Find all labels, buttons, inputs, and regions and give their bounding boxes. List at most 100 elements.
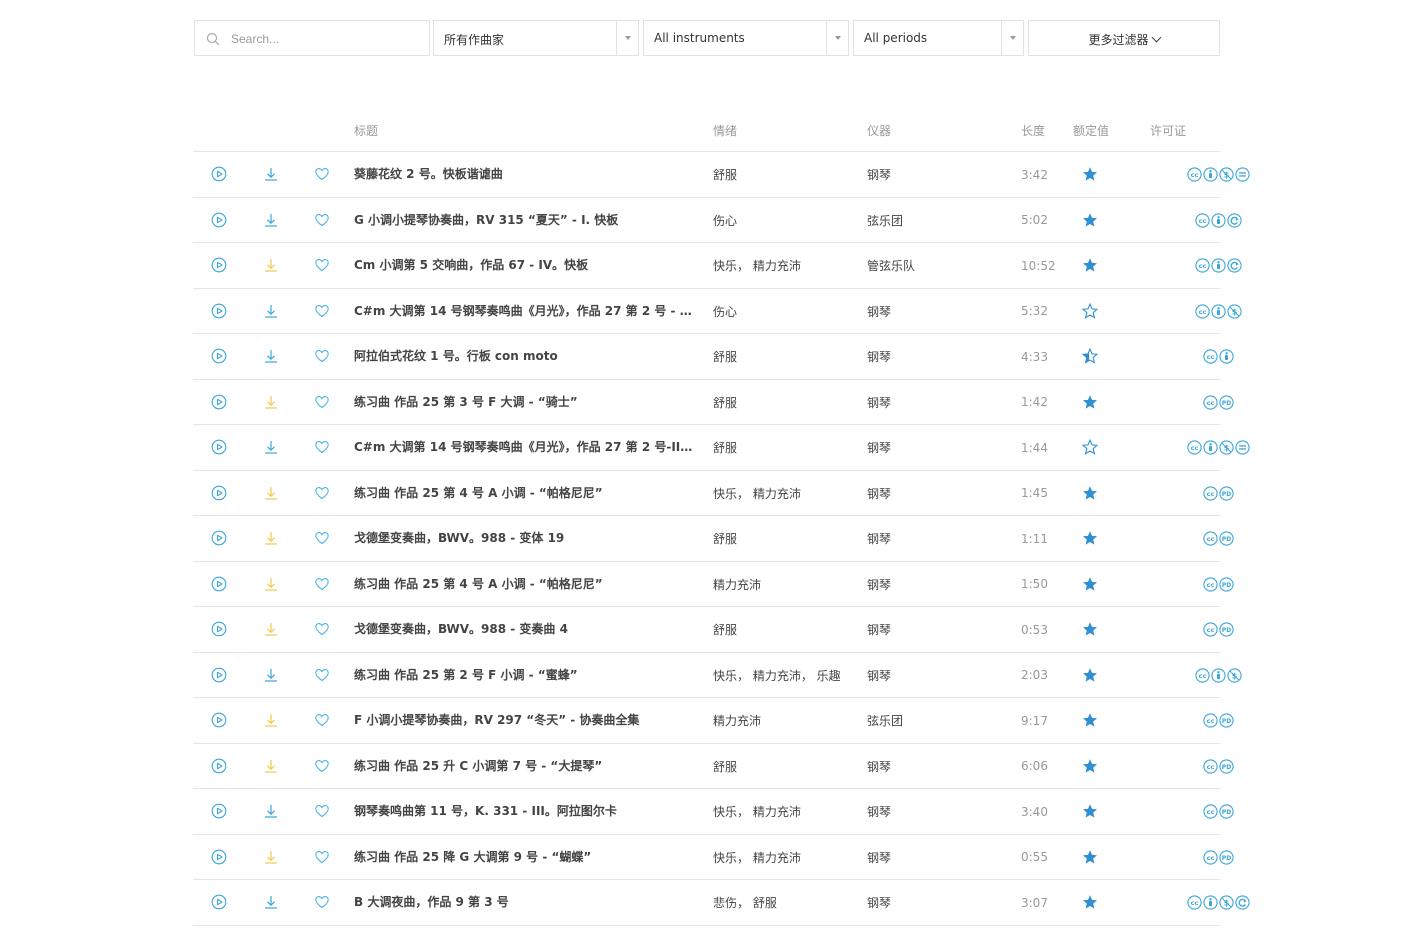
play-icon[interactable] bbox=[211, 530, 227, 550]
track-title[interactable]: C#m 大调第 14 号钢琴奏鸣曲《月光》，作品 27 第 2 号 - I. A… bbox=[354, 289, 694, 334]
track-row[interactable]: G 小调小提琴协奏曲，RV 315 “夏天” - I. 快板 伤心 弦乐团 5:… bbox=[193, 198, 1242, 243]
download-icon[interactable] bbox=[263, 621, 279, 641]
heart-icon[interactable] bbox=[314, 394, 330, 414]
heart-icon[interactable] bbox=[314, 803, 330, 823]
track-title[interactable]: 练习曲 作品 25 降 G 大调第 9 号 - “蝴蝶” bbox=[354, 835, 694, 880]
track-row[interactable]: 练习曲 作品 25 第 2 号 F 小调 - “蜜蜂” 快乐， 精力充沛， 乐趣… bbox=[193, 653, 1242, 698]
play-icon[interactable] bbox=[211, 439, 227, 459]
track-title[interactable]: G 小调小提琴协奏曲，RV 315 “夏天” - I. 快板 bbox=[354, 198, 694, 243]
star-filled-icon[interactable] bbox=[1082, 530, 1098, 550]
heart-icon[interactable] bbox=[314, 166, 330, 186]
header-mood[interactable]: 情绪 bbox=[713, 122, 737, 139]
star-outline-icon[interactable] bbox=[1081, 438, 1099, 459]
instrument-dropdown-arrow[interactable] bbox=[826, 21, 848, 55]
play-icon[interactable] bbox=[211, 394, 227, 414]
play-icon[interactable] bbox=[211, 758, 227, 778]
download-icon[interactable] bbox=[263, 712, 279, 732]
heart-icon[interactable] bbox=[314, 621, 330, 641]
track-row[interactable]: 练习曲 作品 25 第 3 号 F 大调 - “骑士” 舒服 钢琴 1:42 c… bbox=[193, 380, 1234, 425]
license-icons[interactable]: cc PD bbox=[1168, 485, 1268, 501]
composer-select[interactable]: 所有作曲家 bbox=[433, 20, 639, 56]
star-half-icon[interactable] bbox=[1081, 347, 1099, 368]
download-icon[interactable] bbox=[263, 758, 279, 778]
license-icons[interactable]: cc PD bbox=[1168, 531, 1268, 546]
download-icon[interactable] bbox=[263, 212, 279, 232]
track-row[interactable]: 练习曲 作品 25 降 G 大调第 9 号 - “蝴蝶” 快乐， 精力充沛 钢琴… bbox=[193, 835, 1234, 880]
track-title[interactable]: 葵藤花纹 2 号。快板谐谑曲 bbox=[354, 152, 694, 197]
star-filled-icon[interactable] bbox=[1082, 667, 1098, 687]
license-icons[interactable]: cc $ bbox=[1168, 440, 1268, 455]
track-row[interactable]: 戈德堡变奏曲，BWV。988 - 变奏曲 4 舒服 钢琴 0:53 cc PD bbox=[193, 607, 1234, 653]
license-icons[interactable]: cc PD bbox=[1168, 804, 1268, 819]
heart-icon[interactable] bbox=[314, 439, 330, 459]
download-icon[interactable] bbox=[263, 667, 279, 687]
license-icons[interactable]: cc $ bbox=[1168, 303, 1268, 319]
track-title[interactable]: Cm 小调第 5 交响曲，作品 67 - IV。快板 bbox=[354, 243, 694, 288]
download-icon[interactable] bbox=[263, 303, 279, 323]
play-icon[interactable] bbox=[211, 667, 227, 687]
track-title[interactable]: C#m 大调第 14 号钢琴奏鸣曲《月光》，作品 27 第 2 号-II。快板 bbox=[354, 425, 694, 470]
download-icon[interactable] bbox=[263, 849, 279, 869]
track-row[interactable]: Cm 小调第 5 交响曲，作品 67 - IV。快板 快乐， 精力充沛 管弦乐队… bbox=[193, 243, 1242, 289]
heart-icon[interactable] bbox=[314, 485, 330, 505]
header-rating[interactable]: 额定值 bbox=[1073, 122, 1109, 139]
license-icons[interactable]: cc bbox=[1168, 349, 1268, 364]
heart-icon[interactable] bbox=[314, 530, 330, 550]
track-row[interactable]: 阿拉伯式花纹 1 号。行板 con moto 舒服 钢琴 4:33 cc bbox=[193, 334, 1234, 380]
heart-icon[interactable] bbox=[314, 257, 330, 277]
track-title[interactable]: 阿拉伯式花纹 1 号。行板 con moto bbox=[354, 334, 694, 379]
composer-dropdown-arrow[interactable] bbox=[616, 21, 638, 55]
download-icon[interactable] bbox=[263, 894, 279, 914]
track-title[interactable]: 练习曲 作品 25 第 4 号 A 小调 - “帕格尼尼” bbox=[354, 562, 694, 607]
play-icon[interactable] bbox=[211, 576, 227, 596]
heart-icon[interactable] bbox=[314, 303, 330, 323]
star-filled-icon[interactable] bbox=[1082, 894, 1098, 914]
track-title[interactable]: 戈德堡变奏曲，BWV。988 - 变奏曲 4 bbox=[354, 607, 694, 652]
star-filled-icon[interactable] bbox=[1082, 849, 1098, 869]
star-filled-icon[interactable] bbox=[1082, 212, 1098, 232]
download-icon[interactable] bbox=[263, 348, 279, 368]
play-icon[interactable] bbox=[211, 803, 227, 823]
track-row[interactable]: 练习曲 作品 25 第 4 号 A 小调 - “帕格尼尼” 快乐， 精力充沛 钢… bbox=[193, 471, 1234, 516]
star-filled-icon[interactable] bbox=[1082, 166, 1098, 186]
heart-icon[interactable] bbox=[314, 849, 330, 869]
star-filled-icon[interactable] bbox=[1082, 485, 1098, 505]
track-row[interactable]: 钢琴奏鸣曲第 11 号，K. 331 - III。阿拉图尔卡 快乐， 精力充沛 … bbox=[193, 789, 1234, 835]
play-icon[interactable] bbox=[211, 212, 227, 232]
license-icons[interactable]: cc PD bbox=[1168, 622, 1268, 637]
track-title[interactable]: 练习曲 作品 25 第 4 号 A 小调 - “帕格尼尼” bbox=[354, 471, 694, 516]
heart-icon[interactable] bbox=[314, 758, 330, 778]
download-icon[interactable] bbox=[263, 166, 279, 186]
search-input[interactable] bbox=[231, 29, 421, 49]
track-title[interactable]: 钢琴奏鸣曲第 11 号，K. 331 - III。阿拉图尔卡 bbox=[354, 789, 694, 834]
heart-icon[interactable] bbox=[314, 667, 330, 687]
header-length[interactable]: 长度 bbox=[1021, 122, 1045, 139]
download-icon[interactable] bbox=[263, 485, 279, 505]
license-icons[interactable]: cc bbox=[1168, 212, 1268, 228]
heart-icon[interactable] bbox=[314, 348, 330, 368]
play-icon[interactable] bbox=[211, 303, 227, 323]
download-icon[interactable] bbox=[263, 439, 279, 459]
heart-icon[interactable] bbox=[314, 712, 330, 732]
track-title[interactable]: F 小调小提琴协奏曲，RV 297 “冬天” - 协奏曲全集 bbox=[354, 698, 694, 743]
track-title[interactable]: 练习曲 作品 25 第 3 号 F 大调 - “骑士” bbox=[354, 380, 694, 425]
license-icons[interactable]: cc $ bbox=[1168, 895, 1268, 910]
star-filled-icon[interactable] bbox=[1082, 758, 1098, 778]
download-icon[interactable] bbox=[263, 257, 279, 277]
play-icon[interactable] bbox=[211, 712, 227, 732]
download-icon[interactable] bbox=[263, 394, 279, 414]
track-title[interactable]: 戈德堡变奏曲，BWV。988 - 变体 19 bbox=[354, 516, 694, 561]
star-filled-icon[interactable] bbox=[1082, 803, 1098, 823]
header-instrument[interactable]: 仪器 bbox=[867, 122, 891, 139]
instrument-select[interactable]: All instruments bbox=[643, 20, 849, 56]
track-row[interactable]: B 大调夜曲，作品 9 第 3 号 悲伤， 舒服 钢琴 3:07 cc $ bbox=[193, 880, 1250, 926]
track-row[interactable]: C#m 大调第 14 号钢琴奏鸣曲《月光》，作品 27 第 2 号 - I. A… bbox=[193, 289, 1242, 334]
play-icon[interactable] bbox=[211, 849, 227, 869]
license-icons[interactable]: cc $ bbox=[1168, 667, 1268, 683]
license-icons[interactable]: cc PD bbox=[1168, 713, 1268, 728]
license-icons[interactable]: cc PD bbox=[1168, 394, 1268, 410]
track-row[interactable]: 葵藤花纹 2 号。快板谐谑曲 舒服 钢琴 3:42 cc $ bbox=[193, 152, 1250, 198]
download-icon[interactable] bbox=[263, 803, 279, 823]
heart-icon[interactable] bbox=[314, 894, 330, 914]
license-icons[interactable]: cc $ bbox=[1168, 167, 1268, 182]
